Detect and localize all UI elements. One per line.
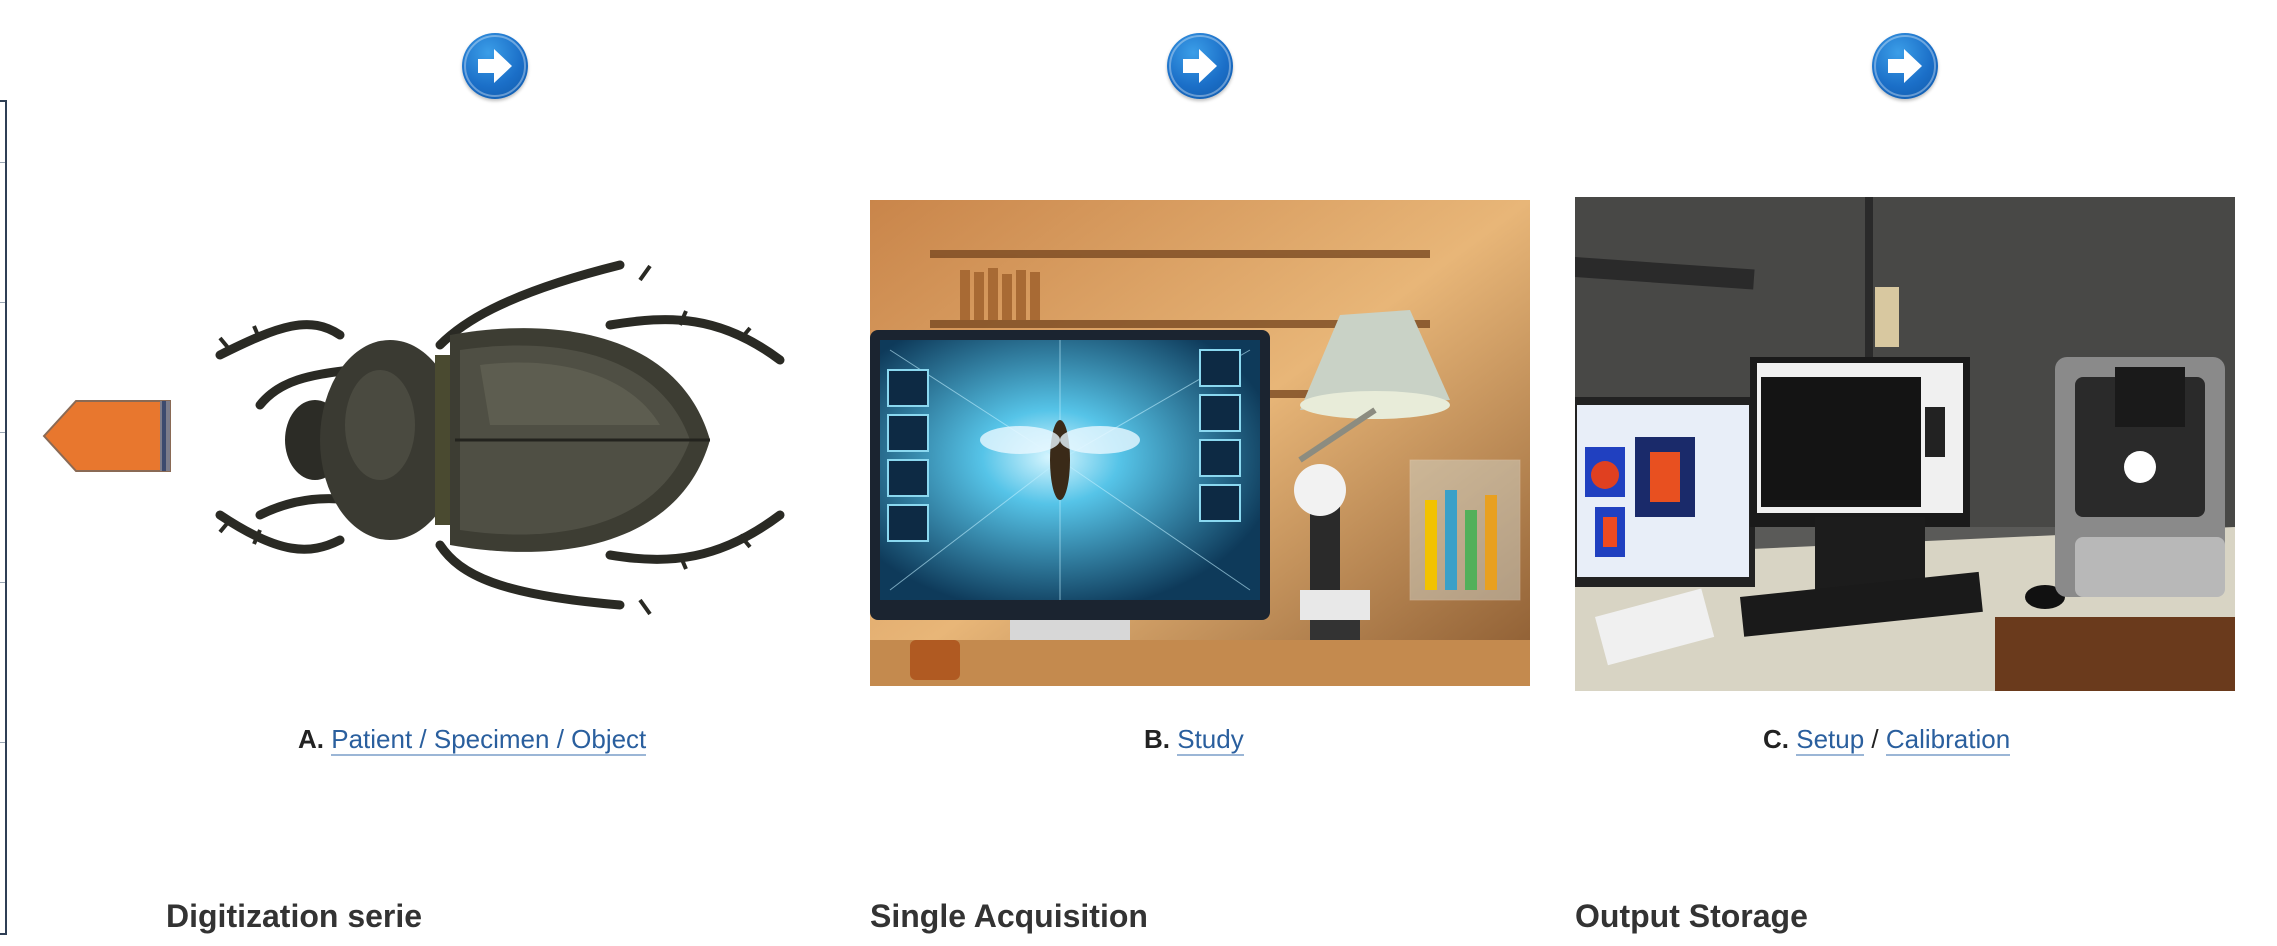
lab-study-image[interactable] [870, 200, 1530, 686]
arrow-circle-right-icon [1169, 35, 1231, 97]
next-arrow-button-b[interactable] [1167, 33, 1233, 99]
next-arrow-button-a[interactable] [462, 33, 528, 99]
frame-tick [0, 432, 5, 433]
section-title-digitization-serie: Digitization serie [166, 898, 423, 934]
frame-tick [0, 162, 5, 163]
caption-b: B. Study [1144, 724, 1244, 756]
section-title-output-storage: Output Storage [1575, 898, 1808, 934]
left-panel-frame [0, 100, 7, 935]
caption-a: A. Patient / Specimen / Object [298, 724, 647, 756]
scanner-workstation-image[interactable] [1575, 197, 2235, 691]
back-arrow-icon[interactable] [42, 398, 174, 479]
next-arrow-button-c[interactable] [1872, 33, 1938, 99]
beetle-specimen-image[interactable] [200, 255, 800, 625]
study-link[interactable]: Study [1177, 724, 1244, 756]
patient-specimen-object-link[interactable]: Patient / Specimen / Object [331, 724, 647, 756]
caption-letter: B. [1144, 724, 1170, 754]
frame-tick [0, 582, 5, 583]
arrow-circle-right-icon [1874, 35, 1936, 97]
arrow-circle-right-icon [464, 35, 526, 97]
caption-letter: A. [298, 724, 324, 754]
frame-tick [0, 742, 5, 743]
caption-letter: C. [1763, 724, 1789, 754]
setup-link[interactable]: Setup [1796, 724, 1865, 756]
caption-c: C. Setup / Calibration [1763, 724, 2011, 756]
caption-separator: / [1871, 724, 1879, 754]
section-title-single-acquisition: Single Acquisition [870, 898, 1148, 934]
frame-tick [0, 302, 5, 303]
calibration-link[interactable]: Calibration [1885, 724, 2011, 756]
